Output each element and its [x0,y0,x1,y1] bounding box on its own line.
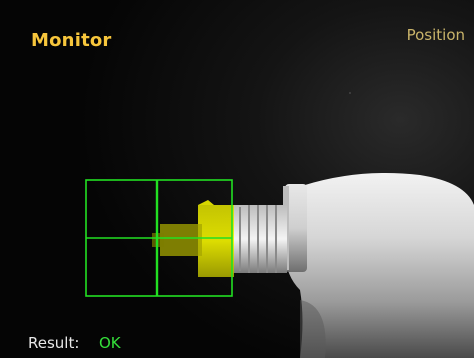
roi-crosshair-box [85,179,233,297]
mode-label: Position [406,26,465,44]
result-status: OK [99,334,121,352]
camera-view: Monitor Position Result: OK [0,0,474,358]
tube-body [283,172,474,358]
camera-image [85,92,474,358]
sensor-speck [349,92,351,94]
monitor-title: Monitor [31,30,112,51]
tube-threads [232,205,287,273]
result-label: Result: [28,334,80,352]
